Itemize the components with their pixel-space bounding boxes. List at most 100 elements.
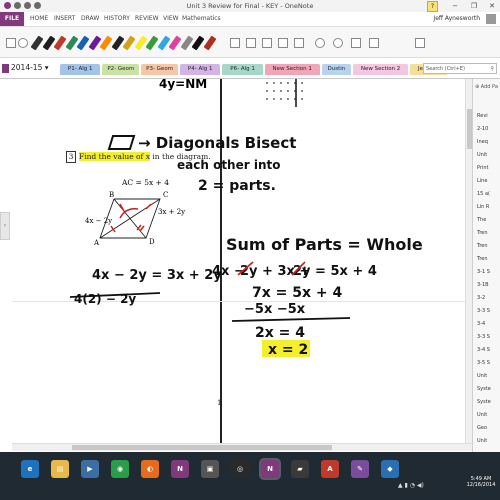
taskbar-app-icon[interactable]: N	[261, 460, 279, 478]
rotate-icon[interactable]	[294, 38, 304, 48]
scroll-thumb[interactable]	[72, 445, 332, 450]
select-tool-icon[interactable]	[6, 38, 16, 48]
help-icon[interactable]: ?	[427, 1, 438, 12]
section-tab[interactable]: P1- Alg 1	[60, 64, 101, 75]
page-list-item[interactable]: 2-10	[473, 123, 500, 136]
tab-history[interactable]: HISTORY	[104, 12, 130, 26]
user-name[interactable]: Jeff Aynesworth	[433, 15, 480, 22]
page-list-item[interactable]: 3-4 S	[473, 344, 500, 357]
tab-home[interactable]: HOME	[30, 12, 48, 26]
ink-to-math-icon[interactable]	[333, 38, 343, 48]
tab-view[interactable]: VIEW	[163, 12, 179, 26]
pen-icon[interactable]	[53, 35, 67, 51]
section-tab[interactable]: New Section 2	[353, 64, 408, 75]
page-list-item[interactable]: Unit	[473, 370, 500, 383]
page-list-item[interactable]: 3-3 S	[473, 331, 500, 344]
pen-icon[interactable]	[42, 35, 55, 51]
minimize-button[interactable]: −	[447, 0, 463, 12]
pen-icon[interactable]	[145, 35, 159, 51]
section-tab[interactable]: P2- Geom	[102, 64, 140, 75]
section-tab[interactable]: P3- Geom	[141, 64, 178, 75]
page-list-item[interactable]: 3-4	[473, 318, 500, 331]
tab-mathematics[interactable]: Mathematics	[182, 12, 221, 26]
section-tab[interactable]: P6- Alg 1	[222, 64, 263, 75]
page-canvas[interactable]: 3 Find the value of x in the diagram. 4y…	[12, 79, 465, 443]
lasso-icon[interactable]	[18, 38, 28, 48]
page-list-item[interactable]: Unit	[473, 435, 500, 448]
page-list-item[interactable]: The	[473, 214, 500, 227]
pen-icon[interactable]	[203, 35, 216, 51]
tab-draw[interactable]: DRAW	[81, 12, 99, 26]
file-tab[interactable]: FILE	[0, 12, 24, 26]
ink-parallelogram-sketch	[107, 135, 136, 150]
taskbar-app-icon[interactable]: ◉	[111, 460, 129, 478]
pen-icon[interactable]	[168, 35, 182, 51]
add-page-button[interactable]: ⊕ Add Pa	[473, 79, 500, 95]
page-list-item[interactable]: Ineq	[473, 136, 500, 149]
search-input[interactable]: Search (Ctrl+E) ⚲	[423, 63, 497, 74]
page-list-item[interactable]: Print	[473, 162, 500, 175]
page-list-item[interactable]: Revi	[473, 110, 500, 123]
page-list-item[interactable]: Syste	[473, 383, 500, 396]
horizontal-scrollbar[interactable]	[12, 443, 472, 451]
page-list-item[interactable]: Geo	[473, 422, 500, 435]
page-list-item[interactable]: 3-2	[473, 292, 500, 305]
section-tab[interactable]: New Section 1	[264, 64, 320, 75]
taskbar-app-icon[interactable]: ◆	[381, 460, 399, 478]
pen-icon[interactable]	[157, 35, 170, 51]
taskbar-app-icon[interactable]: ▣	[201, 460, 219, 478]
page-list-item[interactable]: Tren	[473, 227, 500, 240]
pen-icon[interactable]	[134, 35, 147, 51]
taskbar-app-icon[interactable]: ✎	[351, 460, 369, 478]
page-list-item[interactable]: 15 a(	[473, 188, 500, 201]
page-list-item[interactable]: Tren	[473, 253, 500, 266]
close-button[interactable]: ✕	[484, 0, 500, 12]
pen-icon[interactable]	[88, 35, 101, 51]
pen-icon[interactable]	[122, 35, 136, 51]
notebook-selector[interactable]: 2014-15 ▾	[2, 61, 58, 75]
section-tab[interactable]: P4- Alg 1	[180, 64, 221, 75]
page-list-item[interactable]: 3-5 S	[473, 357, 500, 370]
section-tab[interactable]: Dustin	[321, 64, 352, 75]
page-list-item[interactable]: Syste	[473, 396, 500, 409]
insert-space-icon[interactable]	[246, 38, 256, 48]
shapes-icon[interactable]	[351, 38, 361, 48]
page-list-item[interactable]: 3-3 S	[473, 305, 500, 318]
avatar[interactable]	[486, 14, 496, 24]
page-list-item[interactable]: Line	[473, 175, 500, 188]
search-icon[interactable]: ⚲	[490, 64, 494, 75]
expand-collapse-handle[interactable]: ›	[0, 212, 10, 240]
taskbar-app-icon[interactable]: ◎	[231, 460, 249, 478]
pan-icon[interactable]	[369, 38, 379, 48]
taskbar-app-icon[interactable]: ▰	[291, 460, 309, 478]
arrange-icon[interactable]	[278, 38, 288, 48]
pen-icon[interactable]	[191, 35, 205, 51]
page-list-item[interactable]: 3-1B	[473, 279, 500, 292]
color-thickness-icon[interactable]	[230, 38, 240, 48]
taskbar-app-icon[interactable]: N	[171, 460, 189, 478]
restore-button[interactable]: ❐	[466, 0, 482, 12]
collapse-ribbon-icon[interactable]	[415, 38, 425, 48]
page-list-item[interactable]: Unit	[473, 149, 500, 162]
pen-icon[interactable]	[30, 35, 44, 51]
taskbar-app-icon[interactable]: ▶	[81, 460, 99, 478]
clock[interactable]: 5:49 AM 12/16/2014	[466, 476, 496, 488]
ink-to-text-icon[interactable]	[315, 38, 325, 48]
tray-icons[interactable]: ▲ ▮ ◔ ◀)	[398, 482, 424, 489]
page-list-item[interactable]: Lin R	[473, 201, 500, 214]
tab-insert[interactable]: INSERT	[54, 12, 75, 26]
pen-icon[interactable]	[111, 35, 124, 51]
pen-icon[interactable]	[76, 35, 90, 51]
page-list-item[interactable]: Tren	[473, 240, 500, 253]
page-list-item[interactable]: Unit	[473, 409, 500, 422]
delete-icon[interactable]	[262, 38, 272, 48]
taskbar-app-icon[interactable]: e	[21, 460, 39, 478]
pen-icon[interactable]	[65, 35, 78, 51]
pen-icon[interactable]	[99, 35, 113, 51]
taskbar-app-icon[interactable]: ◐	[141, 460, 159, 478]
tab-review[interactable]: REVIEW	[135, 12, 159, 26]
taskbar-app-icon[interactable]: A	[321, 460, 339, 478]
taskbar-app-icon[interactable]: ▤	[51, 460, 69, 478]
page-list-item[interactable]: 3-1 S	[473, 266, 500, 279]
pen-icon[interactable]	[180, 35, 193, 51]
